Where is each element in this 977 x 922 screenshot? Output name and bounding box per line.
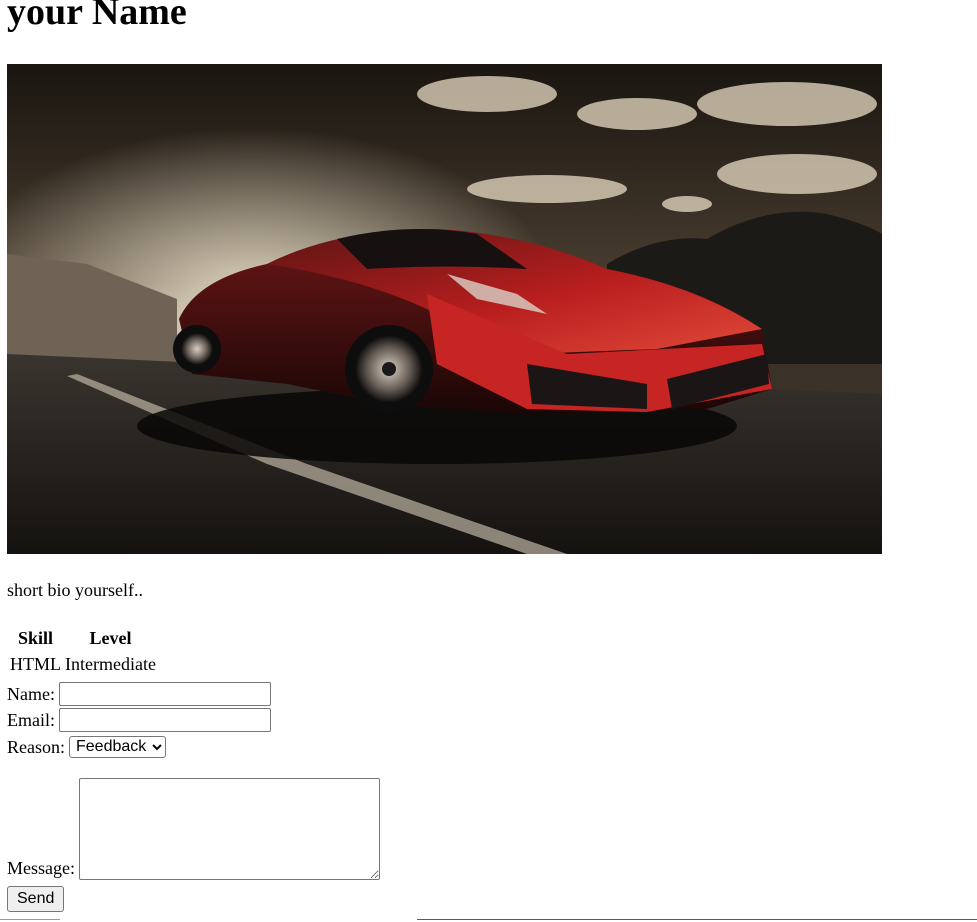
divider-segment [417, 919, 977, 920]
skills-table: Skill Level HTML Intermediate [7, 624, 159, 678]
table-cell-level: Intermediate [65, 654, 156, 674]
reason-select[interactable]: Feedback [69, 735, 166, 758]
message-textarea[interactable] [78, 778, 380, 880]
reason-row: Reason: Feedback [7, 733, 166, 759]
email-input[interactable] [59, 707, 271, 732]
name-label: Name: [7, 683, 55, 704]
name-row: Name: [7, 680, 271, 706]
message-row: Message: [7, 778, 380, 880]
divider-segment [0, 919, 60, 920]
table-cell-skill: HTML [10, 654, 61, 674]
page-title: your Name [7, 0, 187, 33]
car-photo [7, 64, 882, 554]
name-input[interactable] [58, 681, 271, 706]
email-row: Email: [7, 706, 271, 732]
bio-text: short bio yourself.. [7, 580, 143, 600]
column-header-level: Level [89, 628, 132, 648]
table-header-row: Skill Level [9, 626, 157, 650]
column-header-skill: Skill [17, 628, 54, 648]
message-label: Message: [7, 858, 75, 878]
reason-label: Reason: [7, 736, 65, 757]
table-row: HTML Intermediate [9, 652, 157, 676]
email-label: Email: [7, 709, 55, 730]
send-button[interactable]: Send [7, 886, 65, 912]
